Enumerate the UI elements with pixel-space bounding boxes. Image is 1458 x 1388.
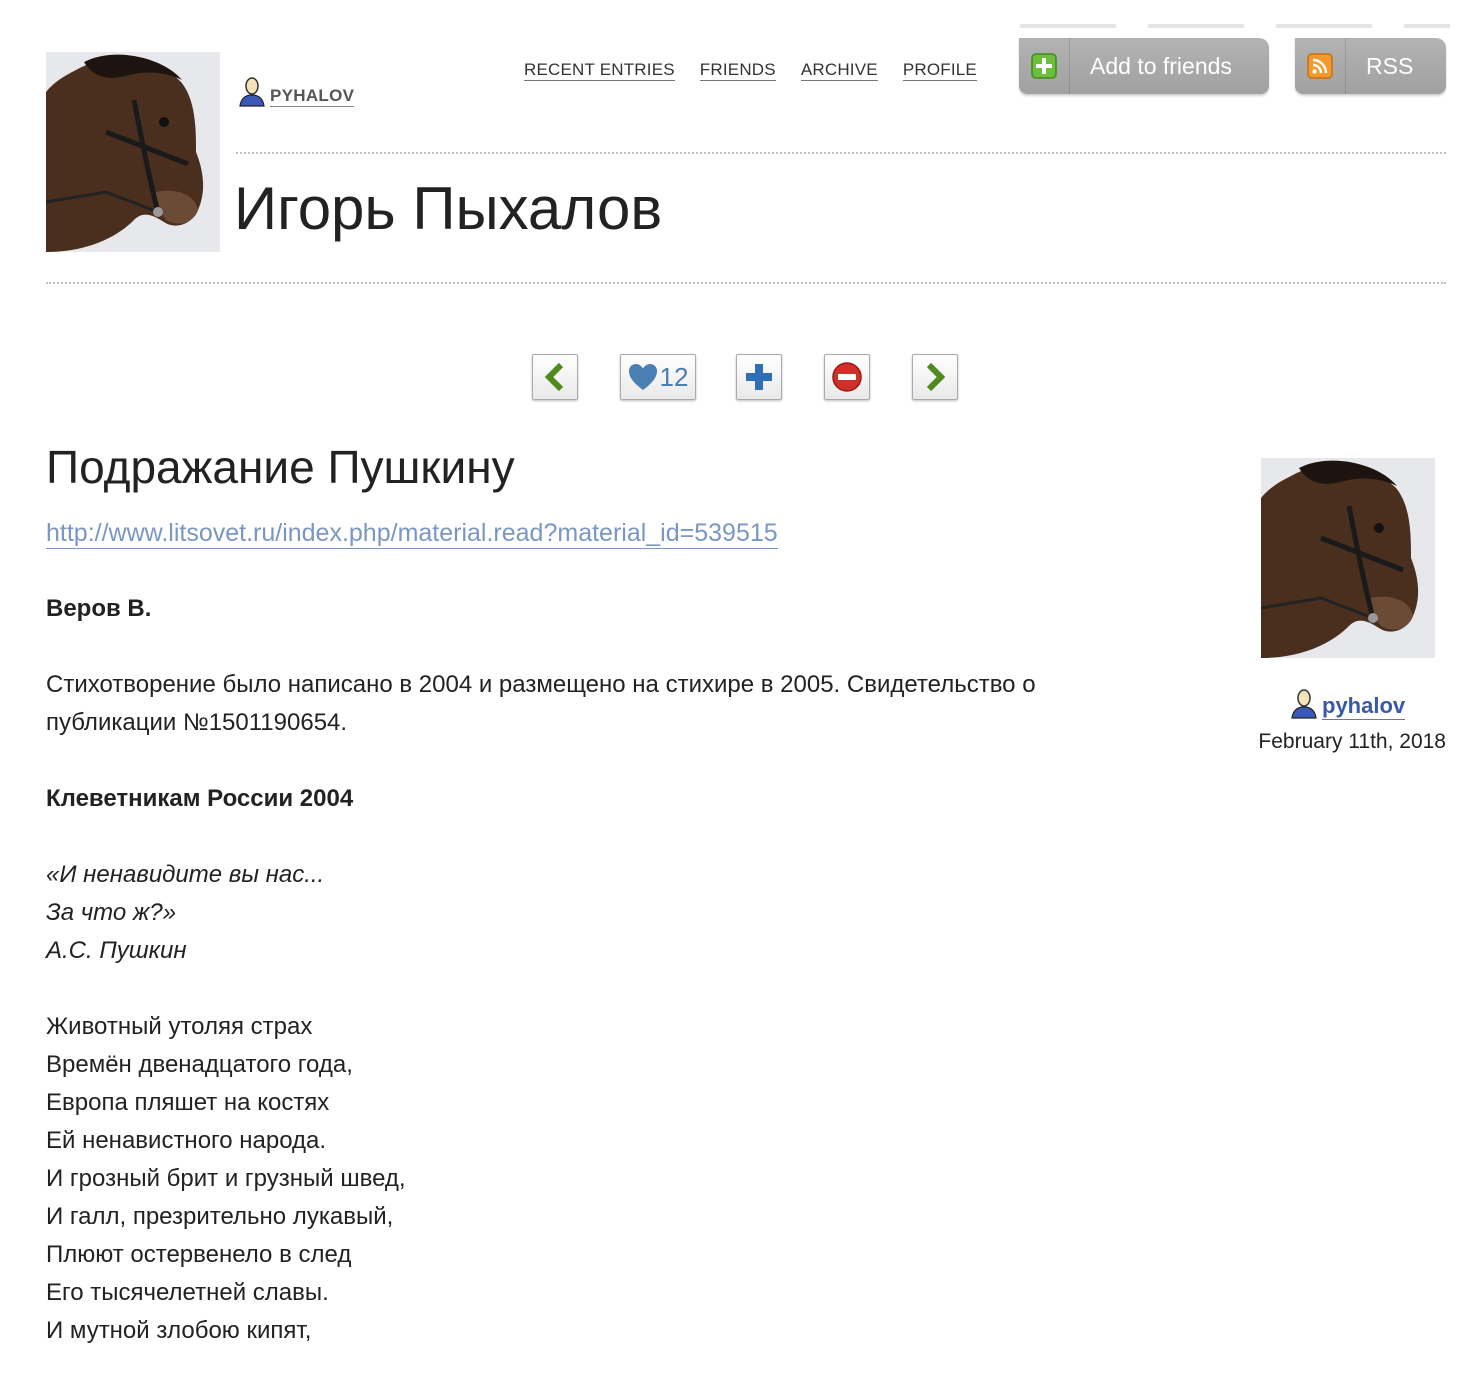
horse-photo <box>1261 458 1435 658</box>
rss-button[interactable]: RSS <box>1295 38 1446 94</box>
rss-icon <box>1307 53 1333 79</box>
poem-title: Клеветникам России 2004 <box>46 785 354 812</box>
entry-author: Веров В. <box>46 595 152 622</box>
poem-stanza: Животный утоляя страх Времён двенадцатог… <box>46 1008 1166 1350</box>
next-entry-button[interactable] <box>912 354 958 400</box>
like-button[interactable]: 12 <box>620 354 696 400</box>
entry-date: February 11th, 2018 <box>1258 730 1446 753</box>
rss-label: RSS <box>1366 52 1414 79</box>
add-friend-icon <box>1031 53 1057 79</box>
add-to-memories-button[interactable] <box>736 354 782 400</box>
poem-line: Ей ненавистного народа. <box>46 1127 327 1154</box>
horse-photo <box>46 52 220 252</box>
epigraph-line: «И ненавидите вы нас... <box>46 861 325 888</box>
header-tab-strip <box>1020 24 1450 28</box>
entry-author-link[interactable]: pyhalov <box>1288 688 1406 720</box>
delete-entry-button[interactable] <box>824 354 870 400</box>
journal-title: Игорь Пыхалов <box>234 175 663 242</box>
previous-entry-button[interactable] <box>532 354 578 400</box>
header-bottom-divider <box>46 282 1446 284</box>
poem-line: Европа пляшет на костях <box>46 1089 330 1116</box>
journal-avatar[interactable] <box>46 52 220 252</box>
poem-line: Плюют остервенело в след <box>46 1241 352 1268</box>
entry-title: Подражание Пушкину <box>46 441 515 493</box>
header-username-link[interactable]: PYHALOV <box>236 76 355 108</box>
nav-friends[interactable]: FRIENDS <box>699 60 776 81</box>
entry-author-avatar[interactable] <box>1261 458 1435 658</box>
header-username: PYHALOV <box>270 86 355 107</box>
user-icon <box>239 77 265 107</box>
epigraph-attribution: А.С. Пушкин <box>46 937 187 964</box>
plus-icon <box>746 364 772 390</box>
no-entry-icon <box>832 362 862 392</box>
epigraph: «И ненавидите вы нас... За что ж?» А.С. … <box>46 856 1166 970</box>
entry-intro: Стихотворение было написано в 2004 и раз… <box>46 671 1036 736</box>
header-divider <box>236 152 1446 154</box>
poem-line: И грозный брит и грузный швед, <box>46 1165 406 1192</box>
chevron-right-icon <box>926 362 946 392</box>
top-nav: RECENT ENTRIES FRIENDS ARCHIVE PROFILE <box>524 60 977 81</box>
poem-line: Времён двенадцатого года, <box>46 1051 353 1078</box>
poem-line: И мутной злобою кипят, <box>46 1317 312 1344</box>
nav-profile[interactable]: PROFILE <box>902 60 977 81</box>
likes-count: 12 <box>659 361 689 392</box>
nav-archive[interactable]: ARCHIVE <box>800 60 878 81</box>
poem-line: Животный утоляя страх <box>46 1013 313 1040</box>
entry-author-username: pyhalov <box>1322 693 1406 720</box>
add-to-friends-label: Add to friends <box>1090 52 1232 79</box>
chevron-left-icon <box>544 362 564 392</box>
poem-line: И галл, презрительно лукавый, <box>46 1203 394 1230</box>
user-icon <box>1291 689 1317 719</box>
add-to-friends-button[interactable]: Add to friends <box>1019 38 1269 94</box>
entry-source-link[interactable]: http://www.litsovet.ru/index.php/materia… <box>46 518 778 549</box>
heart-icon <box>628 364 657 390</box>
epigraph-line: За что ж?» <box>46 899 177 926</box>
nav-recent-entries[interactable]: RECENT ENTRIES <box>524 60 675 81</box>
entry-body: Веров В. Стихотворение было написано в 2… <box>46 590 1166 1388</box>
poem-line: Его тысячелетней славы. <box>46 1279 329 1306</box>
